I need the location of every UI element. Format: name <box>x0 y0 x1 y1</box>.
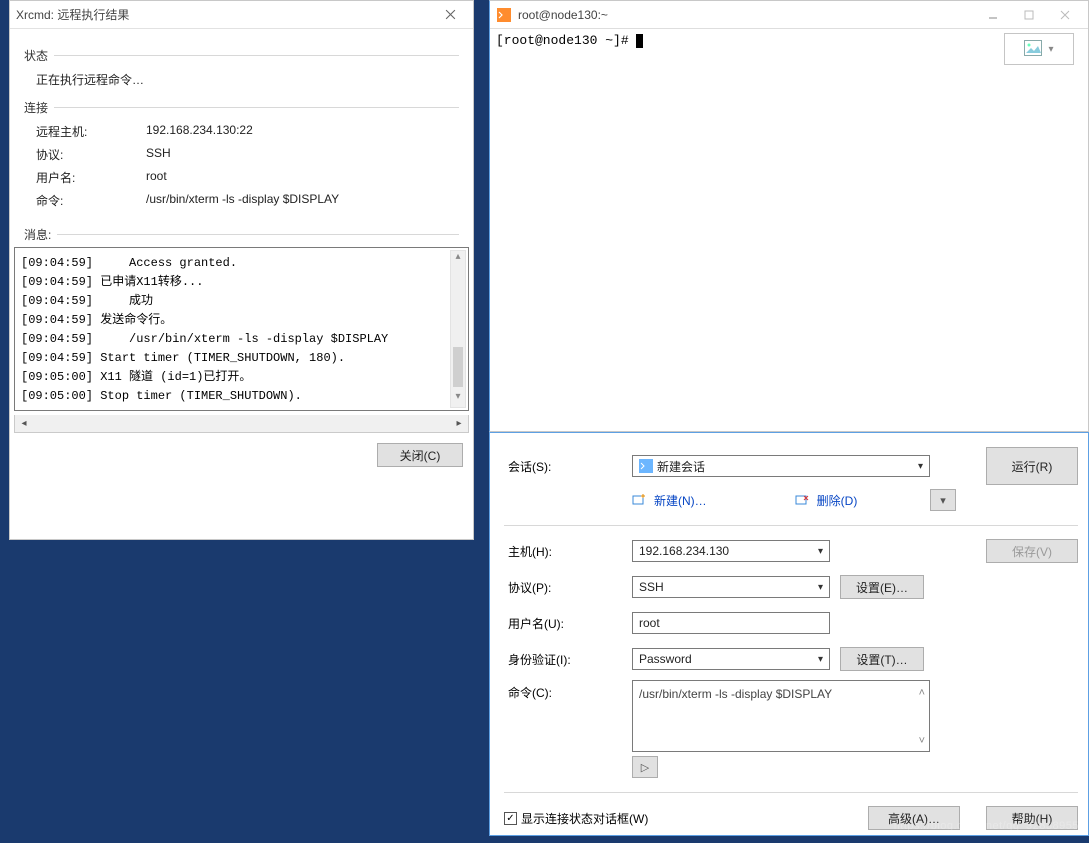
chevron-down-icon[interactable]: ▾ <box>818 582 823 593</box>
terminal-prompt: [root@node130 ~]# <box>496 33 636 48</box>
protocol-label: 协议(P): <box>504 579 632 596</box>
terminal-body[interactable]: [root@node130 ~]# <box>490 29 1088 52</box>
picture-icon <box>1024 40 1042 59</box>
messages-box[interactable]: [09:04:59] Access granted. [09:04:59] 已申… <box>14 247 469 411</box>
status-header-text: 状态 <box>24 47 48 64</box>
close-button[interactable]: 关闭(C) <box>377 443 463 467</box>
msg-line: [09:04:59] Start timer (TIMER_SHUTDOWN, … <box>21 349 462 368</box>
command-value: /usr/bin/xterm -ls -display $DISPLAY <box>146 192 339 209</box>
protocol-value: SSH <box>639 580 664 594</box>
username-input[interactable]: root <box>632 612 830 634</box>
msg-line: [09:04:59] 发送命令行。 <box>21 311 462 330</box>
save-button[interactable]: 保存(V) <box>986 539 1078 563</box>
msg-line: [09:04:59] Access granted. <box>21 254 462 273</box>
session-config-dialog: 会话(S): 新建会话 ▾ 运行(R) 新建(N)… <box>489 432 1089 836</box>
chevron-down-icon[interactable]: ▾ <box>818 654 823 665</box>
image-picker-widget[interactable]: ▾ <box>1004 33 1074 65</box>
expand-command-button[interactable]: ▷ <box>632 756 658 778</box>
cursor-icon <box>636 34 643 48</box>
run-button[interactable]: 运行(R) <box>986 447 1078 485</box>
new-session-icon <box>632 493 646 507</box>
command-label: 命令: <box>36 192 146 209</box>
terminal-titlebar[interactable]: root@node130:~ <box>490 1 1088 29</box>
chevron-down-icon[interactable]: ▾ <box>1048 44 1053 55</box>
maximize-icon[interactable] <box>1012 4 1046 26</box>
terminal-app-icon <box>496 7 512 23</box>
command-label: 命令(C): <box>504 680 632 701</box>
xrcmd-dialog: Xrcmd: 远程执行结果 状态 正在执行远程命令… 连接 远程主机: 192.… <box>9 0 474 540</box>
xrcmd-titlebar[interactable]: Xrcmd: 远程执行结果 <box>10 1 473 29</box>
delete-session-icon <box>795 493 809 507</box>
host-input[interactable]: 192.168.234.130 ▾ <box>632 540 830 562</box>
scroll-down-icon[interactable]: ▾ <box>451 391 465 407</box>
protocol-label: 协议: <box>36 146 146 163</box>
scroll-right-icon[interactable]: ▸ <box>450 418 468 429</box>
horizontal-scrollbar[interactable]: ◂ ▸ <box>14 415 469 433</box>
protocol-select[interactable]: SSH ▾ <box>632 576 830 598</box>
command-textarea[interactable]: /usr/bin/xterm -ls -display $DISPLAY ˄ ˅ <box>632 680 930 752</box>
messages-header-text: 消息: <box>24 226 51 243</box>
msg-line: [09:04:59] 已申请X11转移... <box>21 273 462 292</box>
show-status-checkbox[interactable]: ✓ 显示连接状态对话框(W) <box>504 810 648 827</box>
protocol-settings-button[interactable]: 设置(E)… <box>840 575 924 599</box>
close-icon[interactable] <box>1048 4 1082 26</box>
terminal-title: root@node130:~ <box>518 8 974 22</box>
remote-host-value: 192.168.234.130:22 <box>146 123 253 140</box>
connection-header-text: 连接 <box>24 99 48 116</box>
msg-line: [09:05:00] X11 隧道 (id=1)已打开。 <box>21 368 462 387</box>
username-value: root <box>639 616 660 630</box>
auth-select[interactable]: Password ▾ <box>632 648 830 670</box>
command-value: /usr/bin/xterm -ls -display $DISPLAY <box>639 687 832 701</box>
show-status-label: 显示连接状态对话框(W) <box>521 810 648 827</box>
terminal-window: root@node130:~ [root@node130 ~]# ▾ <box>489 0 1089 432</box>
scroll-up-icon[interactable]: ˄ <box>919 687 925 699</box>
username-value: root <box>146 169 167 186</box>
session-label: 会话(S): <box>504 458 632 475</box>
msg-line: [09:05:00] Stop timer (TIMER_SHUTDOWN). <box>21 387 462 406</box>
xrcmd-title: Xrcmd: 远程执行结果 <box>16 6 431 23</box>
username-label: 用户名(U): <box>504 615 632 632</box>
remote-host-label: 远程主机: <box>36 123 146 140</box>
status-line: 正在执行远程命令… <box>36 71 144 88</box>
new-session-link[interactable]: 新建(N)… <box>654 492 707 509</box>
connection-header: 连接 <box>24 99 459 116</box>
session-select-value: 新建会话 <box>657 458 705 475</box>
auth-value: Password <box>639 652 692 666</box>
auth-settings-button[interactable]: 设置(T)… <box>840 647 924 671</box>
scroll-left-icon[interactable]: ◂ <box>15 418 33 429</box>
minimize-icon[interactable] <box>976 4 1010 26</box>
watermark: https://blog.csdn.net/qq_32838955 <box>894 820 1079 832</box>
host-label: 主机(H): <box>504 543 632 560</box>
status-header: 状态 <box>24 47 459 64</box>
host-value: 192.168.234.130 <box>639 544 729 558</box>
chevron-down-icon[interactable]: ▾ <box>818 546 823 557</box>
scroll-down-icon[interactable]: ˅ <box>919 735 925 747</box>
scroll-up-icon[interactable]: ▴ <box>451 251 465 267</box>
messages-header: 消息: <box>24 226 459 243</box>
username-label: 用户名: <box>36 169 146 186</box>
auth-label: 身份验证(I): <box>504 651 632 668</box>
session-select[interactable]: 新建会话 ▾ <box>632 455 930 477</box>
msg-line: [09:04:59] /usr/bin/xterm -ls -display $… <box>21 330 462 349</box>
msg-line: [09:04:59] 成功 <box>21 292 462 311</box>
session-more-button[interactable]: ▾ <box>930 489 956 511</box>
delete-session-link[interactable]: 删除(D) <box>817 492 858 509</box>
session-app-icon <box>639 459 653 473</box>
close-icon[interactable] <box>433 4 467 26</box>
scroll-thumb[interactable] <box>453 347 463 387</box>
chevron-down-icon[interactable]: ▾ <box>918 461 923 472</box>
checkbox-checked-icon: ✓ <box>504 812 517 825</box>
protocol-value: SSH <box>146 146 171 163</box>
